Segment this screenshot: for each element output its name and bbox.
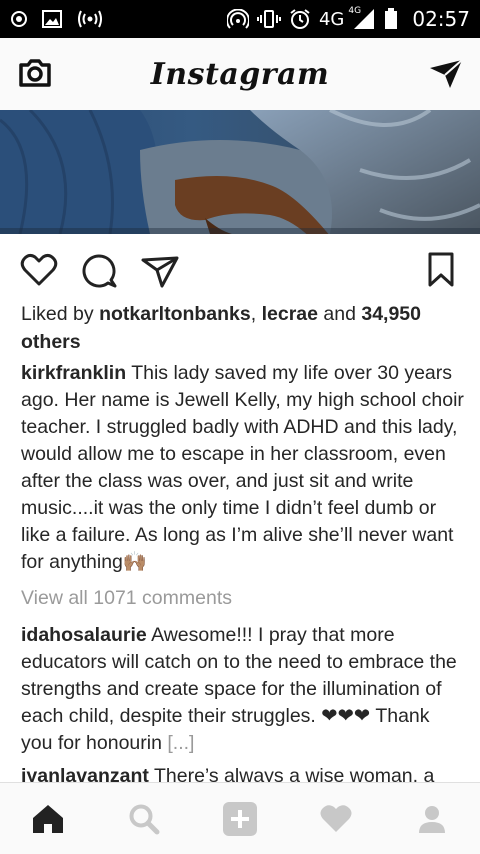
paper-plane-icon	[430, 59, 463, 88]
comment-bubble-icon	[82, 254, 117, 288]
battery-icon	[385, 8, 398, 29]
liker-link[interactable]: lecrae	[262, 303, 318, 325]
add-icon	[223, 801, 257, 836]
search-icon	[129, 804, 160, 834]
bottom-nav	[0, 782, 480, 854]
nav-add[interactable]	[210, 789, 270, 849]
heart-icon	[320, 804, 352, 832]
camera-icon	[19, 59, 51, 87]
comment: iyanlavanzant There’s always a wise woma…	[21, 766, 466, 782]
nav-search[interactable]	[114, 789, 174, 849]
caption-text: This lady saved my life over 30 years ag…	[21, 362, 464, 573]
nav-profile[interactable]	[402, 789, 462, 849]
comment-username[interactable]: iyanlavanzant	[21, 766, 149, 782]
comment-text: There’s always a wise woman, a	[153, 766, 435, 782]
likes-prefix: Liked by	[21, 303, 100, 325]
comment: idahosalaurie Awesome!!! I pray that mor…	[21, 622, 466, 757]
post-photo-art	[0, 110, 480, 234]
signal-icon: 4G	[348, 6, 376, 30]
like-button[interactable]	[20, 252, 58, 293]
nav-home[interactable]	[18, 789, 78, 849]
likes-summary: Liked by notkarltonbanks, lecrae and 34,…	[21, 300, 461, 356]
nav-activity[interactable]	[306, 789, 366, 849]
likes-count[interactable]: 34,950	[361, 303, 421, 325]
home-icon	[33, 804, 63, 833]
camera-button[interactable]	[18, 58, 52, 93]
share-plane-icon	[141, 256, 179, 288]
direct-message-button[interactable]	[428, 58, 464, 95]
profile-icon	[419, 805, 445, 833]
liker-link[interactable]: notkarltonbanks	[99, 303, 251, 325]
share-button[interactable]	[140, 252, 180, 293]
comment-more-link[interactable]: [...]	[167, 732, 194, 754]
status-notifications	[10, 10, 104, 28]
clock: 02:57	[412, 7, 470, 31]
image-icon	[42, 10, 62, 28]
post-actions	[0, 244, 480, 294]
post-photo[interactable]	[0, 110, 480, 234]
likes-separator: ,	[250, 303, 262, 325]
view-all-comments-link[interactable]: View all 1071 comments	[21, 587, 232, 610]
hotspot-icon	[226, 9, 249, 29]
likes-and: and	[317, 303, 362, 325]
post-caption: kirkfranklin This lady saved my life ove…	[21, 360, 466, 576]
heart-outline-icon	[20, 253, 58, 286]
caption-username[interactable]: kirkfranklin	[21, 362, 126, 384]
status-bar: 4G 4G 02:57	[0, 0, 480, 38]
save-button[interactable]	[426, 252, 456, 293]
app-logo: Instagram	[150, 56, 330, 92]
app-header: Instagram	[0, 38, 480, 110]
bookmark-icon	[428, 252, 454, 287]
network-type: 4G	[318, 8, 345, 30]
alarm-icon	[290, 9, 310, 29]
vibrate-icon	[256, 10, 281, 28]
comment-username[interactable]: idahosalaurie	[21, 624, 147, 646]
broadcast-icon	[78, 10, 102, 28]
comment-button[interactable]	[81, 252, 117, 293]
likes-others[interactable]: others	[21, 331, 81, 353]
record-icon	[11, 11, 27, 27]
